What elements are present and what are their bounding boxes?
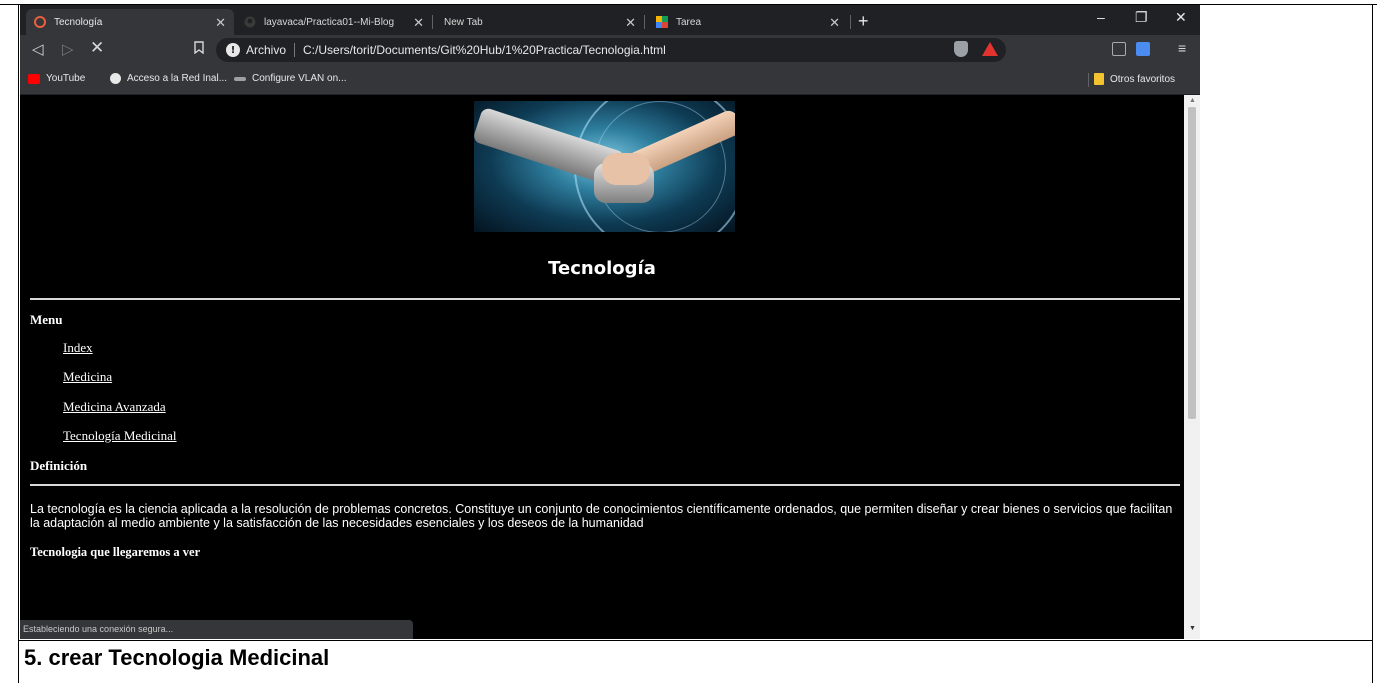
- tab-close-icon[interactable]: ✕: [829, 15, 840, 31]
- bookmark-label: Configure VLAN on...: [252, 73, 347, 84]
- tab-separator: [432, 15, 433, 29]
- tab-close-icon[interactable]: ✕: [625, 15, 636, 31]
- bookmarks-separator: [1088, 73, 1089, 87]
- pdf-extension-icon[interactable]: [1112, 42, 1126, 56]
- tab-title: Tecnología: [54, 16, 103, 28]
- scroll-up-arrow-icon[interactable]: ▲: [1189, 97, 1196, 104]
- menu-link-tecnologia-medicinal[interactable]: Tecnología Medicinal: [63, 428, 177, 444]
- globe-icon: [110, 73, 121, 84]
- brave-shield-icon[interactable]: [954, 41, 968, 57]
- page-title: Tecnología: [548, 258, 656, 279]
- bookmark-configure-vlan[interactable]: Configure VLAN on...: [234, 73, 347, 84]
- cisco-icon: [234, 76, 246, 81]
- address-bar[interactable]: ! Archivo C:/Users/torit/Documents/Git%2…: [216, 38, 1006, 62]
- bookmark-youtube[interactable]: YouTube: [28, 73, 85, 84]
- youtube-icon: [28, 73, 40, 84]
- other-bookmarks-label: Otros favoritos: [1110, 73, 1176, 85]
- address-separator: [294, 43, 296, 57]
- document-frame: Tecnología ✕ layavaca/Practica01--Mi-Blo…: [0, 0, 1377, 683]
- bookmark-red-inalambrica[interactable]: Acceso a la Red Inal...: [110, 73, 227, 84]
- menu-link-medicina[interactable]: Medicina: [63, 369, 112, 385]
- bookmark-label: YouTube: [46, 73, 86, 84]
- table-border-left: [18, 4, 19, 683]
- tab-separator: [644, 15, 645, 29]
- tab-title: Tarea: [676, 16, 702, 28]
- window-close-icon[interactable]: ✕: [1175, 9, 1187, 26]
- menu-heading: Menu: [30, 312, 63, 327]
- page-favicon-icon: [34, 16, 46, 28]
- bookmarks-bar: YouTube Acceso a la Red Inal... Configur…: [20, 65, 1200, 95]
- hero-image-robot-human-handshake: [474, 101, 735, 232]
- hero-human-hand: [602, 153, 650, 185]
- document-caption: 5. crear Tecnologia Medicinal: [24, 645, 330, 670]
- forward-icon[interactable]: ▷: [62, 40, 74, 58]
- tab-close-icon[interactable]: ✕: [215, 15, 226, 31]
- status-bubble: Estableciendo una conexión segura...: [20, 620, 413, 639]
- navigation-toolbar: ◁ ▷ ✕ ! Archivo C:/Users/torit/Documents…: [20, 35, 1200, 65]
- bookmark-icon[interactable]: [194, 41, 204, 57]
- scheme-label: Archivo: [246, 43, 287, 57]
- github-icon: [244, 16, 256, 28]
- menu-icon[interactable]: ≡: [1178, 40, 1186, 56]
- classroom-icon: [656, 16, 668, 28]
- tab-title: layavaca/Practica01--Mi-Blog: [264, 16, 395, 28]
- stop-loading-icon[interactable]: ✕: [90, 38, 104, 58]
- definition-heading: Definición: [30, 458, 88, 473]
- folder-icon: [1094, 73, 1104, 85]
- site-info-icon[interactable]: !: [226, 43, 240, 57]
- restore-icon[interactable]: ❐: [1135, 9, 1148, 26]
- menu-link-medicina-avanzada[interactable]: Medicina Avanzada: [63, 399, 166, 415]
- table-border-right: [1372, 4, 1373, 683]
- address-url: C:/Users/torit/Documents/Git%20Hub/1%20P…: [303, 43, 666, 57]
- tab-new-tab[interactable]: New Tab ✕: [436, 9, 644, 35]
- browser-window: Tecnología ✕ layavaca/Practica01--Mi-Blo…: [20, 5, 1200, 639]
- divider: [30, 298, 1180, 300]
- translate-extension-icon[interactable]: [1136, 42, 1150, 56]
- divider: [30, 484, 1180, 486]
- bookmark-label: Acceso a la Red Inal...: [127, 73, 228, 84]
- page-scrollbar[interactable]: ▲ ▼: [1184, 95, 1200, 639]
- tab-title: New Tab: [444, 16, 483, 28]
- tab-tarea[interactable]: Tarea ✕: [648, 9, 848, 35]
- tab-separator: [850, 15, 851, 29]
- brave-rewards-icon[interactable]: [982, 42, 998, 56]
- tab-tecnologia[interactable]: Tecnología ✕: [26, 9, 234, 35]
- page-viewport: Tecnología Menu Index Medicina Medicina …: [20, 95, 1184, 639]
- scroll-down-arrow-icon[interactable]: ▼: [1189, 625, 1196, 632]
- other-bookmarks-folder[interactable]: Otros favoritos: [1094, 73, 1175, 85]
- minimize-icon[interactable]: –: [1097, 9, 1105, 25]
- technology-subheading: Tecnologia que llegaremos a ver: [30, 545, 201, 559]
- tab-github[interactable]: layavaca/Practica01--Mi-Blog ✕: [236, 9, 432, 35]
- definition-paragraph: La tecnología es la ciencia aplicada a l…: [30, 502, 1173, 530]
- table-border-middle: [18, 640, 1373, 641]
- scrollbar-thumb[interactable]: [1188, 107, 1196, 419]
- tab-close-icon[interactable]: ✕: [413, 15, 424, 31]
- back-icon[interactable]: ◁: [32, 40, 44, 58]
- menu-link-index[interactable]: Index: [63, 340, 93, 356]
- new-tab-plus-icon[interactable]: +: [858, 11, 869, 32]
- tab-strip: Tecnología ✕ layavaca/Practica01--Mi-Blo…: [20, 5, 1200, 35]
